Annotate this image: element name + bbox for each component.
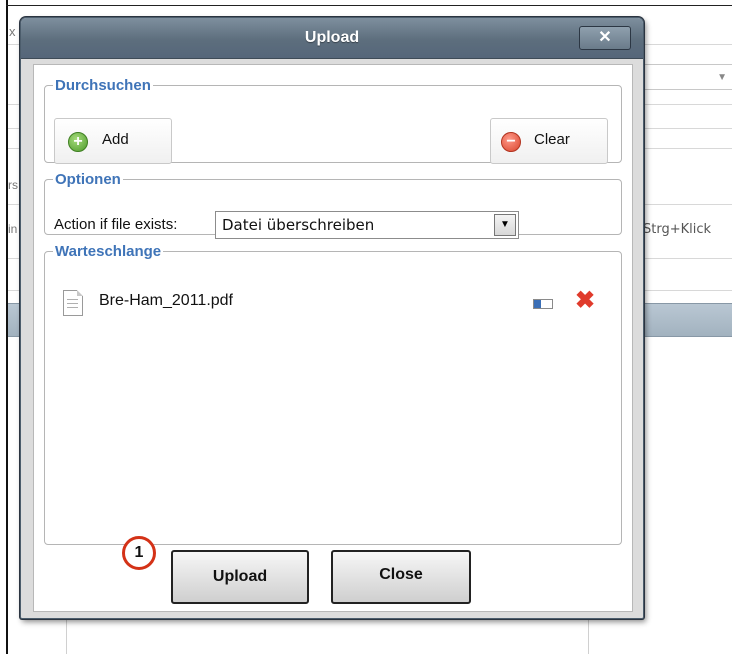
progress-bar-fill [534,300,542,308]
action-if-exists-value: Datei überschreiben [222,216,375,234]
chevron-down-icon: ▼ [494,214,516,236]
browse-legend: Durchsuchen [55,77,151,94]
queue-group: Warteschlange Bre-Ham_2011.pdf ✖ [44,243,622,545]
queue-file-name: Bre-Ham_2011.pdf [99,292,233,309]
remove-x-icon[interactable]: ✖ [575,289,595,313]
chevron-down-icon: ▼ [717,72,727,83]
queue-legend: Warteschlange [55,243,162,260]
action-if-exists-label: Action if file exists: [54,216,178,233]
options-group: Optionen Action if file exists: Datei üb… [44,171,622,239]
upload-dialog: Upload ✕ Durchsuchen + Add − Clear Optio… [20,17,644,619]
dialog-title: Upload [304,29,360,46]
background-fragment-x: x [9,24,16,39]
upload-button[interactable]: Upload [171,550,309,604]
clear-button[interactable]: − Clear [490,118,608,164]
background-dropdown[interactable]: ▼ [638,64,732,90]
background-fragment-rs: rs [8,178,18,192]
step-marker: 1 [122,536,156,570]
background-top-border [6,5,732,6]
document-icon-line [67,303,78,304]
clear-button-label: Clear [534,131,570,148]
document-icon-line [67,307,78,308]
background-hint-text: Strg+Klick [643,222,712,237]
background-fragment-in: in [8,222,18,236]
options-legend: Optionen [55,171,121,188]
background-column-line [66,618,67,654]
minus-circle-icon: − [501,132,521,152]
queue-item: Bre-Ham_2011.pdf ✖ [45,289,613,318]
progress-bar-icon [533,299,553,309]
browse-group: Durchsuchen + Add − Clear [44,77,622,164]
add-button[interactable]: + Add [54,118,172,164]
dialog-body: Durchsuchen + Add − Clear Optionen Actio… [33,64,633,612]
close-icon[interactable]: ✕ [579,26,631,50]
plus-circle-icon: + [68,132,88,152]
background-column-line [588,618,589,654]
document-icon [63,290,83,316]
close-button[interactable]: Close [331,550,471,604]
add-button-label: Add [102,131,129,148]
document-icon-line [67,299,78,300]
action-if-exists-select[interactable]: Datei überschreiben ▼ [215,211,519,239]
dialog-titlebar[interactable]: Upload ✕ [21,18,643,59]
